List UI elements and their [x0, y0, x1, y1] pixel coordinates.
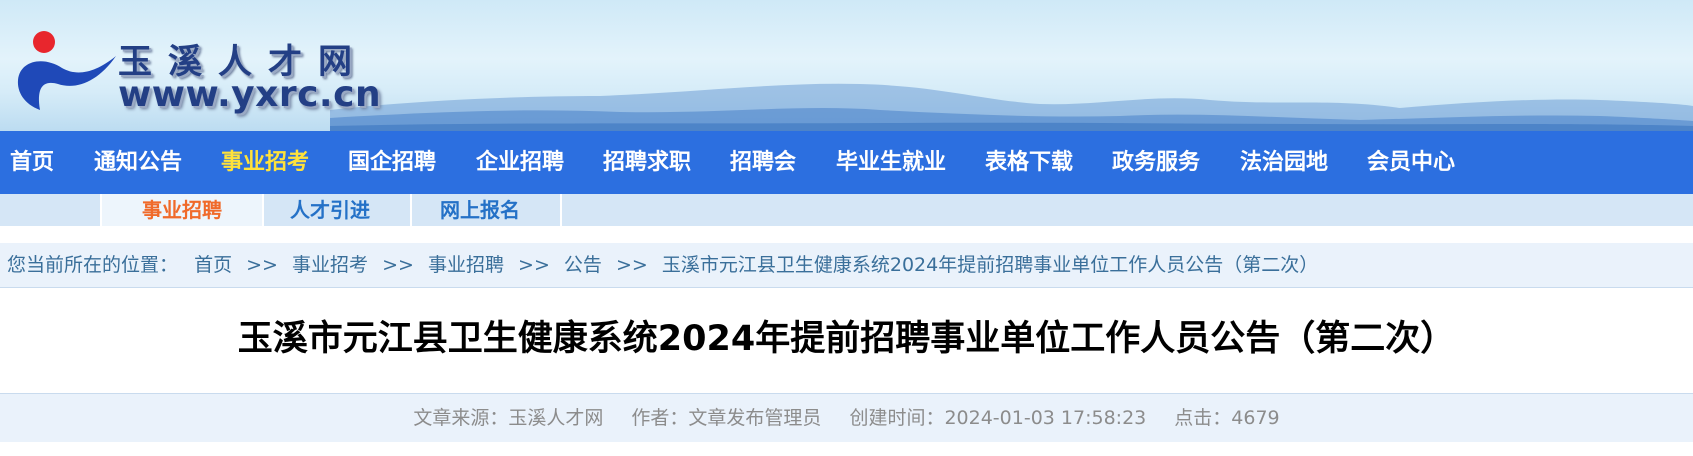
article-created-time: 创建时间：2024-01-03 17:58:23: [849, 407, 1147, 429]
nav-item-law[interactable]: 法治园地: [1240, 131, 1328, 194]
breadcrumb-link-current[interactable]: 玉溪市元江县卫生健康系统2024年提前招聘事业单位工作人员公告（第二次）: [662, 243, 1318, 287]
article-click-count: 点击：4679: [1174, 407, 1280, 429]
nav-item-job-fair[interactable]: 招聘会: [730, 131, 796, 194]
breadcrumb-link-public-exam[interactable]: 事业招考: [292, 243, 368, 287]
article-source: 文章来源：玉溪人才网: [413, 407, 604, 429]
subnav-item-talent[interactable]: 人才引进: [250, 194, 412, 226]
nav-item-public-exam[interactable]: 事业招考: [221, 131, 309, 194]
sub-nav: 事业招聘 人才引进 网上报名: [0, 194, 1693, 226]
subnav-item-recruit[interactable]: 事业招聘: [100, 194, 264, 226]
subnav-item-register[interactable]: 网上报名: [400, 194, 562, 226]
nav-item-member[interactable]: 会员中心: [1367, 131, 1455, 194]
article-meta: 文章来源：玉溪人才网 作者：文章发布管理员 创建时间：2024-01-03 17…: [0, 393, 1693, 442]
breadcrumb-prefix: 您当前所在的位置：: [7, 254, 179, 276]
nav-item-gov-service[interactable]: 政务服务: [1112, 131, 1200, 194]
site-url: www.yxrc.cn: [118, 74, 382, 115]
breadcrumb-separator: >>: [246, 254, 278, 276]
breadcrumb-link-notice[interactable]: 公告: [564, 243, 602, 287]
article-author: 作者：文章发布管理员: [631, 407, 822, 429]
breadcrumb-separator: >>: [382, 254, 414, 276]
breadcrumb-link-home[interactable]: 首页: [194, 243, 232, 287]
nav-item-job-seeking[interactable]: 招聘求职: [603, 131, 691, 194]
breadcrumb-separator: >>: [518, 254, 550, 276]
nav-item-enterprise-recruit[interactable]: 企业招聘: [476, 131, 564, 194]
header-banner: 玉溪人才网 www.yxrc.cn: [0, 0, 1693, 131]
nav-item-notices[interactable]: 通知公告: [94, 131, 182, 194]
main-nav: 首页 通知公告 事业招考 国企招聘 企业招聘 招聘求职 招聘会 毕业生就业 表格…: [0, 131, 1693, 194]
logo-icon[interactable]: [14, 30, 124, 115]
article-title: 玉溪市元江县卫生健康系统2024年提前招聘事业单位工作人员公告（第二次）: [237, 319, 1456, 359]
nav-item-graduate[interactable]: 毕业生就业: [836, 131, 946, 194]
breadcrumb-link-recruit[interactable]: 事业招聘: [428, 243, 504, 287]
breadcrumb: 您当前所在的位置： 首页 >> 事业招考 >> 事业招聘 >> 公告 >> 玉溪…: [0, 243, 1693, 288]
breadcrumb-separator: >>: [615, 254, 648, 276]
nav-item-forms[interactable]: 表格下载: [985, 131, 1073, 194]
nav-item-home[interactable]: 首页: [10, 131, 54, 194]
nav-item-soe-recruit[interactable]: 国企招聘: [348, 131, 436, 194]
